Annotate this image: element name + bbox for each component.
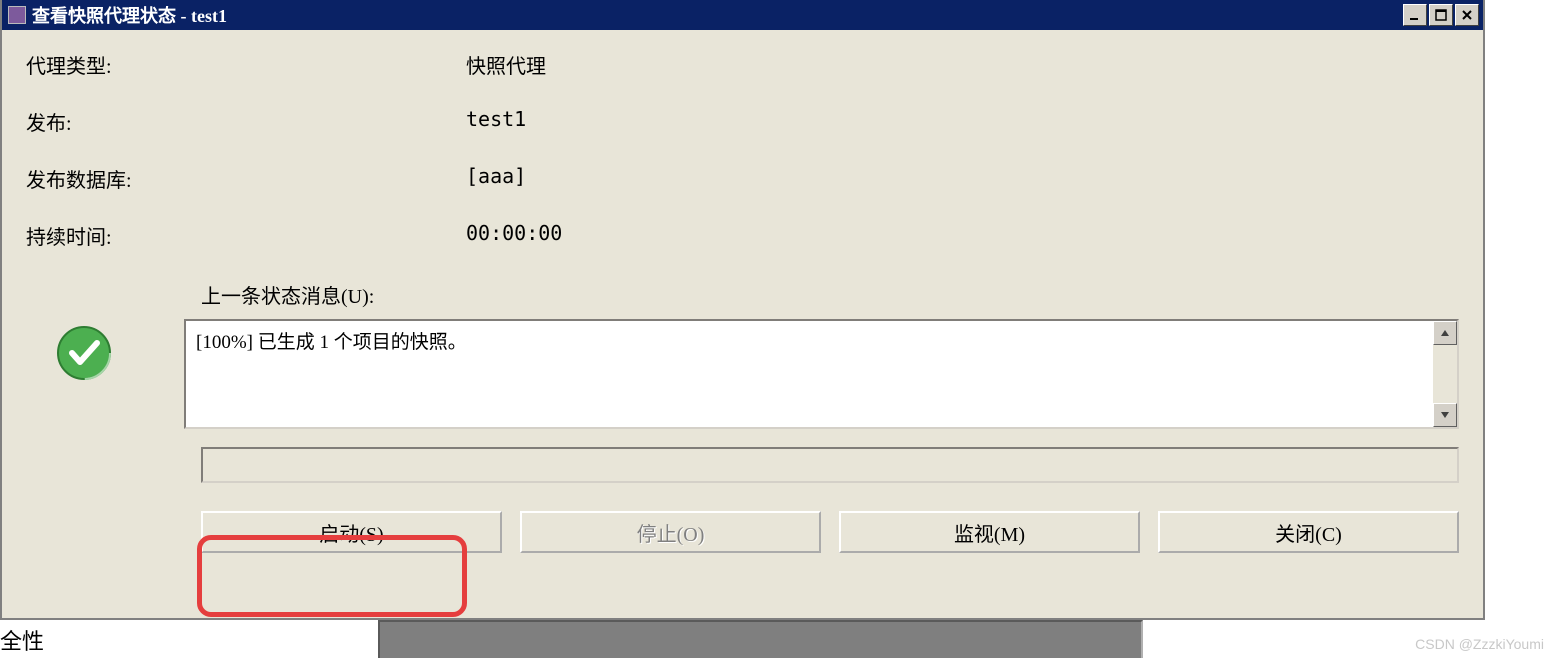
agent-type-value: 快照代理 (466, 50, 546, 79)
scroll-up-button[interactable] (1433, 321, 1457, 345)
bottom-bar (378, 620, 1143, 658)
duration-label: 持续时间: (26, 221, 466, 250)
publication-value: test1 (466, 107, 526, 136)
minimize-button[interactable] (1403, 4, 1427, 26)
maximize-button[interactable] (1429, 4, 1453, 26)
scrollbar[interactable] (1433, 321, 1457, 427)
app-icon (8, 6, 26, 24)
database-value: [aaa] (466, 164, 526, 193)
status-message-text: [100%] 已生成 1 个项目的快照。 (196, 332, 467, 353)
start-button[interactable]: 启动(S) (201, 511, 502, 553)
dialog-window: 查看快照代理状态 - test1 代理类型: 快照代理 发布: (0, 0, 1485, 620)
fragment-text: 全性 (0, 624, 44, 656)
progress-bar (201, 447, 1459, 483)
title-bar[interactable]: 查看快照代理状态 - test1 (2, 0, 1483, 30)
agent-type-label: 代理类型: (26, 50, 466, 79)
database-label: 发布数据库: (26, 164, 466, 193)
duration-value: 00:00:00 (466, 221, 562, 250)
watermark: CSDN @ZzzkiYoumi (1415, 636, 1544, 652)
close-dialog-button[interactable]: 关闭(C) (1158, 511, 1459, 553)
monitor-button[interactable]: 监视(M) (839, 511, 1140, 553)
success-icon (54, 323, 114, 383)
close-button[interactable] (1455, 4, 1479, 26)
window-title: 查看快照代理状态 - test1 (32, 2, 227, 28)
publication-label: 发布: (26, 107, 466, 136)
status-message-box[interactable]: [100%] 已生成 1 个项目的快照。 (184, 319, 1459, 429)
last-status-label: 上一条状态消息(U): (201, 280, 1463, 309)
stop-button: 停止(O) (520, 511, 821, 553)
scroll-down-button[interactable] (1433, 403, 1457, 427)
